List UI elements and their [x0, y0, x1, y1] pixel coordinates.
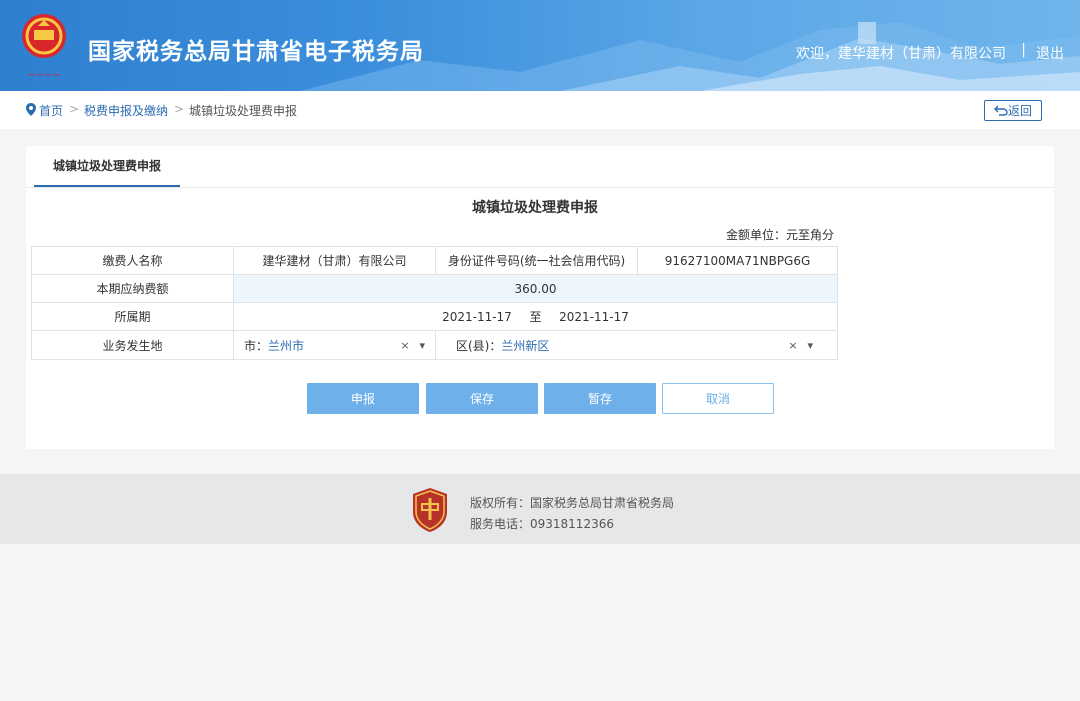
header-banner: ~~~~ 国家税务总局甘肃省电子税务局 欢迎，建华建材（甘肃）有限公司 | 退出: [0, 0, 1080, 91]
amount-due-value: 360.00: [233, 274, 838, 303]
breadcrumb-separator: >: [69, 102, 80, 116]
tab-divider: [26, 187, 1054, 188]
id-number-value: 91627100MA71NBPG6G: [637, 246, 838, 275]
draft-button[interactable]: 暂存: [544, 383, 656, 414]
cancel-button[interactable]: 取消: [662, 383, 774, 414]
back-button[interactable]: 返回: [984, 100, 1042, 121]
id-number-label: 身份证件号码(统一社会信用代码): [435, 246, 638, 275]
location-pin-icon: [26, 103, 36, 116]
back-label: 返回: [1007, 104, 1032, 118]
payer-name-value: 建华建材（甘肃）有限公司: [233, 246, 436, 275]
district-select[interactable]: 区(县)：兰州新区 × ▾: [435, 330, 838, 360]
breadcrumb-tax-filing[interactable]: 税费申报及缴纳: [84, 102, 168, 119]
period-value: 2021-11-17 至 2021-11-17: [233, 302, 838, 331]
copyright-text: 版权所有：国家税务总局甘肃省税务局: [470, 496, 675, 510]
declaration-card: 城镇垃圾处理费申报 城镇垃圾处理费申报 金额单位：元至角分 缴费人名称 建华建材…: [26, 146, 1054, 449]
svg-text:~~~~: ~~~~: [27, 70, 61, 81]
tab-garbage-fee-declaration[interactable]: 城镇垃圾处理费申报: [34, 146, 180, 187]
service-phone-text: 服务电话：09318112366: [470, 517, 614, 531]
period-label: 所属期: [31, 302, 234, 331]
breadcrumb-separator: >: [174, 102, 185, 116]
district-clear-icon[interactable]: ×: [788, 339, 797, 352]
header-separator: |: [1021, 42, 1026, 58]
location-label: 业务发生地: [31, 330, 234, 360]
site-title: 国家税务总局甘肃省电子税务局: [88, 39, 424, 65]
return-arrow-icon: [993, 105, 1008, 116]
national-emblem-icon: ~~~~: [22, 14, 66, 81]
period-end: 2021-11-17: [559, 310, 629, 324]
tax-badge-icon: [413, 488, 447, 532]
city-prefix: 市：: [244, 338, 269, 353]
city-clear-icon[interactable]: ×: [400, 339, 409, 352]
amount-due-label: 本期应纳费额: [31, 274, 234, 303]
save-button[interactable]: 保存: [426, 383, 538, 414]
period-to: 至: [529, 310, 542, 324]
city-value: 兰州市: [268, 338, 305, 353]
payer-name-label: 缴费人名称: [31, 246, 234, 275]
welcome-text: 欢迎，建华建材（甘肃）有限公司: [796, 46, 1006, 62]
district-chevron-down-icon[interactable]: ▾: [807, 339, 813, 352]
breadcrumb: 首页 > 税费申报及缴纳 > 城镇垃圾处理费申报 返回: [0, 91, 1080, 129]
breadcrumb-current: 城镇垃圾处理费申报: [189, 104, 298, 118]
period-start: 2021-11-17: [442, 310, 512, 324]
district-value: 兰州新区: [501, 338, 550, 353]
city-select[interactable]: 市：兰州市 × ▾: [233, 330, 436, 360]
form-title: 城镇垃圾处理费申报: [472, 200, 598, 216]
submit-button[interactable]: 申报: [307, 383, 419, 414]
breadcrumb-home[interactable]: 首页: [39, 102, 63, 119]
district-prefix: 区(县)：: [456, 338, 502, 353]
table-row: 缴费人名称 建华建材（甘肃）有限公司 身份证件号码(统一社会信用代码) 9162…: [31, 246, 838, 275]
table-row: 所属期 2021-11-17 至 2021-11-17: [31, 302, 838, 331]
table-row: 本期应纳费额 360.00: [31, 274, 838, 303]
logout-link[interactable]: 退出: [1036, 43, 1064, 63]
amount-unit-note: 金额单位：元至角分: [725, 228, 834, 242]
city-chevron-down-icon[interactable]: ▾: [419, 339, 425, 352]
footer: 版权所有：国家税务总局甘肃省税务局 服务电话：09318112366: [0, 474, 1080, 544]
declaration-form-table: 缴费人名称 建华建材（甘肃）有限公司 身份证件号码(统一社会信用代码) 9162…: [31, 246, 838, 360]
table-row: 业务发生地 市：兰州市 × ▾ 区(县)：兰州新区 × ▾: [31, 330, 838, 360]
